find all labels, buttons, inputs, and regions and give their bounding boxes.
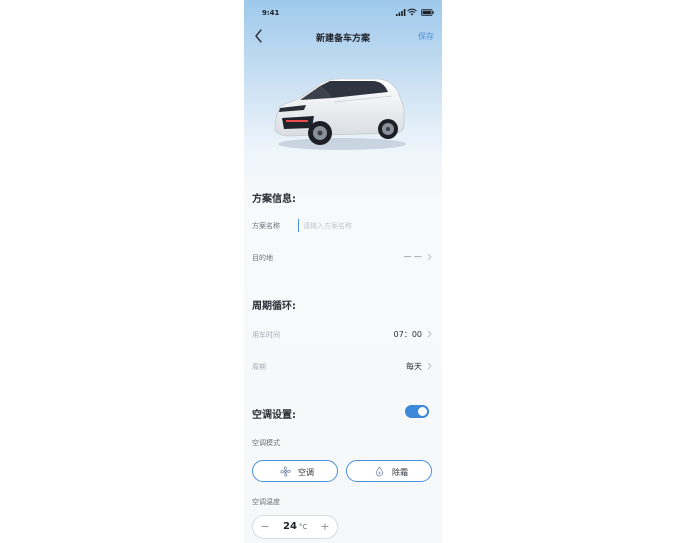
- car-image: [274, 78, 406, 150]
- destination-value: — —: [403, 252, 422, 261]
- period-row[interactable]: 周期 每天: [244, 356, 442, 378]
- chevron-right-icon: [427, 330, 432, 338]
- temperature-value: 24: [283, 521, 297, 532]
- save-button[interactable]: 保存: [418, 31, 434, 42]
- period-value: 每天: [406, 362, 422, 371]
- use-time-row[interactable]: 用车时间 07：00: [244, 324, 442, 346]
- plan-name-row: 方案名称: [244, 215, 442, 237]
- use-time-value: 07：00: [393, 330, 422, 339]
- ac-temp-label-row: 空调温度: [244, 491, 442, 513]
- destination-row[interactable]: 目的地 — —: [244, 247, 442, 269]
- fan-icon: [280, 466, 291, 477]
- chevron-right-icon: [427, 362, 432, 370]
- ac-toggle[interactable]: [405, 405, 429, 418]
- temperature-stepper: − 24 °C +: [252, 515, 338, 539]
- use-time-label: 用车时间: [252, 331, 280, 339]
- nav-bar: 新建备车方案 保存: [244, 26, 442, 48]
- wifi-icon: [407, 8, 417, 16]
- page-title: 新建备车方案: [315, 34, 370, 44]
- battery-icon: [421, 9, 434, 16]
- plan-info-section-title: 方案信息:: [252, 194, 296, 205]
- ac-temp-label: 空调温度: [252, 498, 280, 506]
- toggle-knob: [418, 407, 427, 416]
- increase-temp-button[interactable]: +: [318, 520, 332, 533]
- temperature-unit: °C: [299, 523, 308, 531]
- status-bar: 9:41: [244, 0, 442, 24]
- chevron-right-icon: [427, 253, 432, 261]
- cycle-section-title: 周期循环:: [252, 301, 296, 312]
- period-label: 周期: [252, 363, 266, 371]
- destination-label: 目的地: [252, 254, 273, 262]
- cellular-signal-icon: [396, 9, 406, 16]
- ac-mode-button[interactable]: 空调: [252, 460, 338, 482]
- plan-name-label: 方案名称: [252, 222, 280, 230]
- ac-mode-label: 空调模式: [252, 439, 280, 447]
- plan-name-input[interactable]: [298, 219, 433, 232]
- decrease-temp-button[interactable]: −: [258, 520, 272, 533]
- status-time: 9:41: [262, 9, 280, 17]
- phone-screen: 9:41 新建备车方案 保存 方案信息: 方案名称 请输入方案名称 目的地 — …: [244, 0, 442, 543]
- ac-mode-label-row: 空调模式: [244, 432, 442, 454]
- ac-section-title: 空调设置:: [252, 410, 296, 421]
- defrost-mode-button[interactable]: 除霜: [346, 460, 432, 482]
- ac-mode-label-text: 空调: [298, 468, 314, 477]
- defrost-icon: [376, 466, 383, 477]
- defrost-mode-label-text: 除霜: [392, 468, 408, 477]
